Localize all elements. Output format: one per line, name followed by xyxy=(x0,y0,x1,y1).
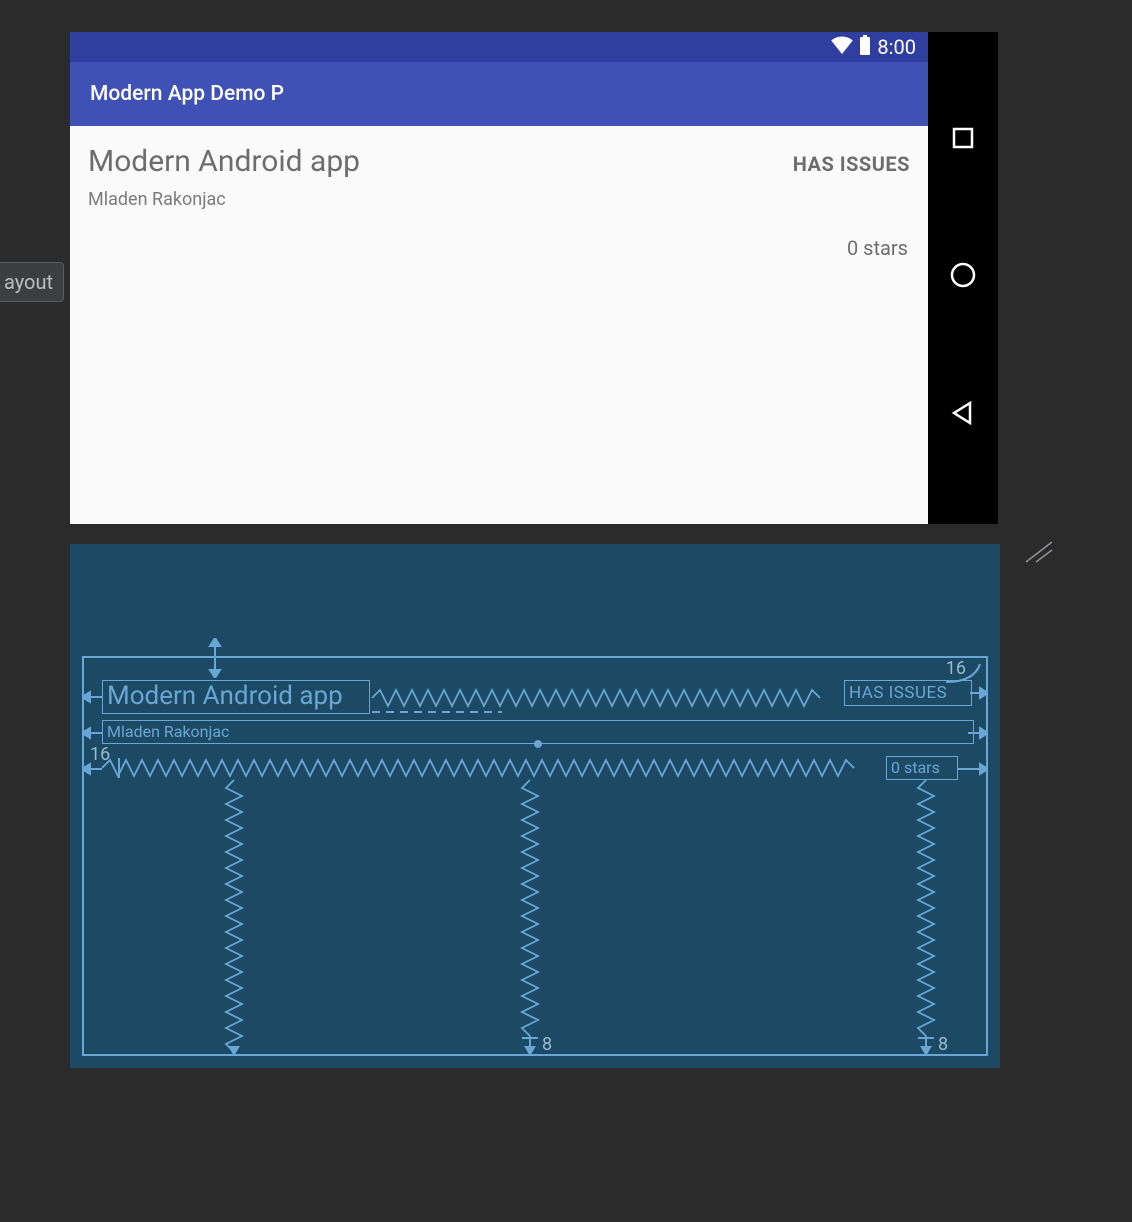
constraint-spring-icon xyxy=(916,780,936,1056)
bp-issues-text: HAS ISSUES xyxy=(849,683,947,703)
wifi-icon xyxy=(831,35,853,59)
back-icon[interactable] xyxy=(950,400,976,430)
battery-icon xyxy=(859,35,871,60)
bp-author-view[interactable]: Mladen Rakonjac xyxy=(102,720,974,744)
device-preview: 8:00 Modern App Demo P Modern Android ap… xyxy=(70,32,998,524)
constraint-layout-blueprint[interactable]: Modern Android app 16 HAS ISSUES Mladen xyxy=(70,544,1000,1068)
constraint-stop-icon xyxy=(114,758,124,778)
constraint-arrow-icon xyxy=(82,724,102,742)
constraint-arrow-icon xyxy=(958,760,988,778)
constraint-arrow-icon xyxy=(82,760,102,778)
constraint-handle-icon[interactable] xyxy=(533,739,543,749)
bp-title-view[interactable]: Modern Android app xyxy=(102,680,370,714)
constraint-spring-icon xyxy=(102,758,858,778)
overview-icon[interactable] xyxy=(951,126,975,154)
vertical-resize-arrow-icon[interactable] xyxy=(204,638,226,678)
bp-title-text: Modern Android app xyxy=(107,681,343,711)
tool-window-tab-layout[interactable]: ayout xyxy=(0,262,64,302)
constraint-arrow-icon xyxy=(970,684,988,702)
constraint-spring-icon xyxy=(520,780,540,1056)
repo-title: Modern Android app xyxy=(88,144,360,179)
android-status-bar: 8:00 xyxy=(70,32,928,62)
bp-margin-bottom-right: 8 xyxy=(938,1034,948,1055)
issues-badge: HAS ISSUES xyxy=(793,152,910,176)
bp-margin-bottom-center: 8 xyxy=(542,1034,552,1055)
constraint-spring-icon xyxy=(372,688,824,708)
panel-resize-handle[interactable] xyxy=(1014,540,1054,570)
android-nav-bar xyxy=(928,32,998,524)
tab-label: ayout xyxy=(4,270,53,294)
status-time: 8:00 xyxy=(877,35,916,59)
baseline-guide xyxy=(372,710,502,714)
bp-stars-view[interactable]: 0 stars xyxy=(886,756,958,780)
bp-issues-view[interactable]: HAS ISSUES xyxy=(844,680,972,706)
constraint-spring-icon xyxy=(224,780,244,1056)
app-content: Modern Android app HAS ISSUES Mladen Rak… xyxy=(70,126,928,524)
bp-stars-text: 0 stars xyxy=(891,758,940,777)
app-bar: Modern App Demo P xyxy=(70,62,928,126)
app-bar-title: Modern App Demo P xyxy=(90,82,284,106)
home-icon[interactable] xyxy=(949,261,977,293)
device-screen: 8:00 Modern App Demo P Modern Android ap… xyxy=(70,32,928,524)
repo-stars: 0 stars xyxy=(847,236,908,260)
repo-author: Mladen Rakonjac xyxy=(88,189,910,210)
blueprint-root-frame[interactable]: Modern Android app 16 HAS ISSUES Mladen xyxy=(82,656,988,1056)
bp-author-text: Mladen Rakonjac xyxy=(107,722,229,741)
constraint-arrow-icon xyxy=(968,724,988,742)
constraint-arrow-icon xyxy=(82,688,102,708)
